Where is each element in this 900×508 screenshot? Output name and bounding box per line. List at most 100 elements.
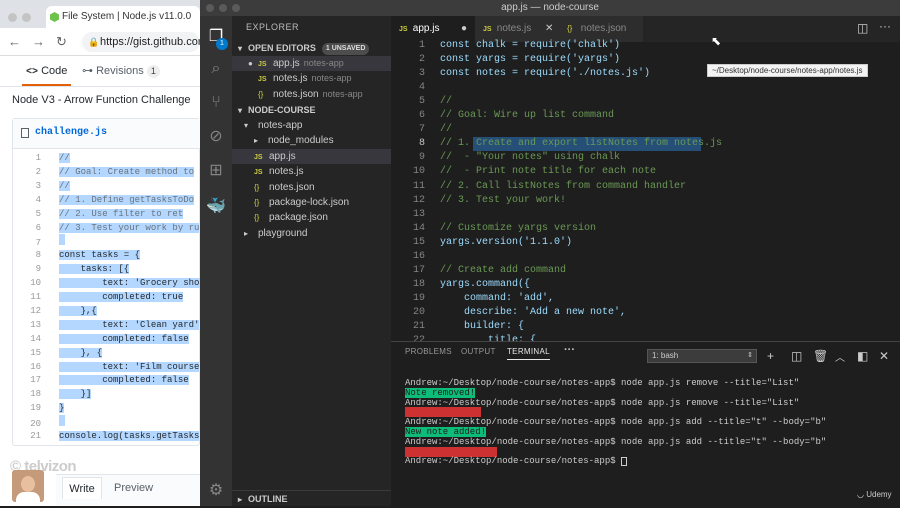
error-message: No note found! [405, 407, 481, 418]
open-editor-item[interactable]: ● JS app.js notes-app [232, 56, 391, 72]
tab-problems[interactable]: PROBLEMS [405, 347, 452, 356]
search-icon[interactable]: ⌕ [200, 54, 232, 84]
tree-item-label: notes.json [269, 181, 315, 193]
browser-tab[interactable]: File System | Node.js v11.0.0 [46, 6, 200, 28]
terminal-line: Andrew:~/Desktop/node-course/notes-app$ [405, 456, 628, 466]
extensions-icon[interactable]: ⊞ [200, 156, 232, 186]
source-control-icon[interactable]: ⑂ [200, 88, 232, 118]
code-text: tasks: [{ [41, 262, 130, 276]
close-dot[interactable] [8, 13, 17, 22]
code-text: builder: { [440, 321, 525, 332]
tree-item[interactable]: ▸ node_modules [232, 133, 391, 148]
line-number: 6 [35, 222, 41, 233]
command-line: Andrew:~/Desktop/node-course/notes-app$ … [405, 378, 800, 388]
new-terminal-icon[interactable]: + [767, 349, 774, 363]
chevron-down-icon: ▾ [238, 44, 243, 53]
project-header[interactable]: ▾ NODE-COURSE [232, 102, 391, 118]
tree-item[interactable]: {} notes.json [232, 180, 391, 195]
chevron-right-icon: ▸ [254, 136, 259, 146]
code-text: describe: 'Add a new note', [440, 306, 627, 318]
line-number: 2 [35, 166, 41, 177]
json-file-icon: {} [254, 213, 260, 223]
code-text: // 1. Create and export listNotes from n… [440, 138, 723, 150]
address-bar[interactable]: 🔒 https://gist.github.com [82, 32, 200, 52]
settings-gear-icon[interactable]: ⚙ [200, 476, 232, 506]
tab-app-js-label: app.js [412, 23, 440, 34]
close-panel-icon[interactable]: ✕ [879, 349, 889, 363]
minimize-dot[interactable] [22, 13, 31, 22]
chevron-up-icon[interactable]: ︿ [835, 349, 845, 364]
terminal-output[interactable]: Andrew:~/Desktop/node-course/notes-app$ … [391, 378, 900, 488]
code-text: completed: false [41, 373, 189, 387]
close-button[interactable] [206, 4, 214, 12]
docker-icon[interactable]: 🐳 [200, 192, 232, 222]
line-number: 21 [412, 321, 425, 332]
open-editor-item[interactable]: {} notes.json notes-app [232, 87, 391, 102]
udemy-label: Udemy [866, 490, 892, 499]
tab-code[interactable]: <> Code [22, 56, 72, 86]
code-selection: } [59, 403, 65, 414]
open-editors-header[interactable]: ▾ OPEN EDITORS 1 UNSAVED [232, 40, 391, 56]
split-editor-icon[interactable]: ◫ [857, 21, 868, 35]
code-text: completed: true [41, 290, 184, 304]
editor-line: 9 // - "Your notes" using chalk [391, 151, 900, 165]
tree-item[interactable]: {} package.json [232, 210, 391, 225]
terminal-line: Note removed! [405, 387, 476, 398]
terminal-select[interactable]: 1: bash ⇕ [647, 349, 757, 363]
code-text: // - "Your notes" using chalk [440, 152, 621, 164]
code-selection [59, 234, 65, 246]
gist-title: Node V3 - Arrow Function Challenge [12, 94, 191, 106]
code-selection: console.log(tasks.getTasks [59, 431, 200, 441]
reload-icon[interactable]: ↻ [56, 34, 67, 50]
preview-tab[interactable]: Preview [114, 477, 153, 499]
outline-label: OUTLINE [248, 494, 288, 504]
forward-icon[interactable]: → [32, 34, 45, 49]
outline-header[interactable]: ▸ OUTLINE [232, 490, 391, 506]
line-number: 12 [412, 194, 425, 206]
code-selection: // 2. Use filter to ret [59, 208, 184, 219]
code-editor[interactable]: 1 const chalk = require('chalk') 2 const ya… [391, 39, 900, 341]
tab-terminal[interactable]: TERMINAL [507, 347, 550, 360]
panel-more-icon[interactable]: ··· [564, 344, 575, 356]
maximize-panel-icon[interactable]: ◧ [857, 349, 868, 363]
code-text: completed: false [41, 332, 189, 346]
split-terminal-icon[interactable]: ◫ [791, 349, 802, 363]
debug-icon[interactable]: ⊘ [200, 122, 232, 152]
success-message: Note removed! [405, 387, 476, 398]
line-number: 3 [418, 68, 425, 80]
code-selection: completed: true [59, 292, 184, 302]
tab-divider [0, 86, 200, 87]
code-text: yargs.command({ [440, 278, 531, 290]
gist-code-line: 16 text: 'Film course [13, 360, 201, 374]
tree-item-label: package.json [269, 212, 328, 224]
zoom-button[interactable] [232, 4, 240, 12]
gist-file-name[interactable]: challenge.js [35, 127, 107, 138]
tree-item[interactable]: JS app.js [232, 148, 391, 165]
gist-file-header: challenge.js [13, 119, 201, 149]
terminal-cursor [621, 456, 628, 466]
code-text: text: 'Grocery shop [41, 276, 201, 290]
folder-hint: notes-app [311, 73, 352, 84]
tab-output[interactable]: OUTPUT [461, 347, 496, 356]
trash-icon[interactable]: 🗑 [813, 349, 828, 363]
more-actions-icon[interactable]: ··· [879, 19, 891, 33]
line-number: 8 [418, 138, 425, 150]
code-text: // Create add command [440, 264, 567, 276]
open-editor-item[interactable]: JS notes.js notes-app [232, 71, 391, 86]
tree-item[interactable]: JS notes.js [232, 164, 391, 179]
minimize-button[interactable] [219, 4, 227, 12]
tree-item[interactable]: ▸ playground [232, 226, 391, 241]
gist-file: challenge.js 1 // 2 // Goal: Create method … [12, 118, 201, 446]
tab-revisions[interactable]: ⊶ Revisions 1 [82, 56, 160, 86]
chevron-down-icon: ▾ [238, 106, 243, 115]
tree-item[interactable]: ▾ notes-app [232, 118, 391, 133]
line-number: 18 [30, 389, 41, 400]
folder-hint: notes-app [322, 88, 363, 99]
tree-item[interactable]: {} package-lock.json [232, 195, 391, 210]
editor-line: 1 const chalk = require('chalk') [391, 39, 900, 53]
code-selection: // [59, 153, 70, 163]
code-selection: text: 'Film course [59, 361, 200, 372]
write-tab[interactable]: Write [62, 477, 102, 499]
explorer-icon[interactable]: ❐ 1 [200, 22, 232, 52]
back-icon[interactable]: ← [8, 34, 21, 49]
